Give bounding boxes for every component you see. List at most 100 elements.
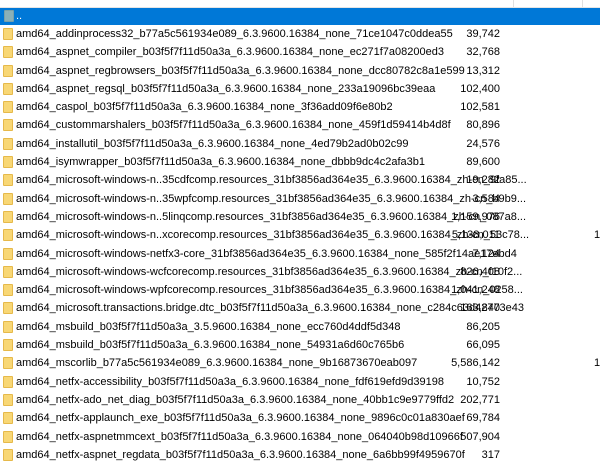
file-size: 102,581 [460, 101, 500, 114]
file-size: 5,586,142 [451, 357, 500, 370]
file-name: amd64_aspnet_regsql_b03f5f7f11d50a3a_6.3… [16, 82, 436, 95]
file-row[interactable]: amd64_custommarshalers_b03f5f7f11d50a3a_… [0, 116, 600, 134]
folder-icon [3, 320, 13, 333]
file-name: amd64_aspnet_regbrowsers_b03f5f7f11d50a3… [16, 64, 465, 77]
file-row[interactable]: amd64_microsoft-windows-n..xcorecomp.res… [0, 226, 600, 244]
file-row[interactable]: amd64_aspnet_regsql_b03f5f7f11d50a3a_6.3… [0, 80, 600, 98]
file-row[interactable]: amd64_netfx-aspnet_regdata_b03f5f7f11d50… [0, 446, 600, 464]
file-row[interactable]: amd64_microsoft-windows-wpfcorecomp.reso… [0, 281, 600, 299]
file-size: 32,768 [466, 46, 500, 59]
folder-icon [3, 174, 13, 187]
file-row[interactable]: amd64_aspnet_regbrowsers_b03f5f7f11d50a3… [0, 62, 600, 80]
file-size: 80,896 [466, 119, 500, 132]
file-size: 7,124 [472, 247, 500, 260]
file-name: amd64_installutil_b03f5f7f11d50a3a_6.3.9… [16, 137, 409, 150]
column-divider[interactable] [582, 0, 583, 7]
file-size: 86,205 [466, 320, 500, 333]
folder-icon [3, 265, 13, 278]
file-size: 69,784 [466, 412, 500, 425]
file-row[interactable]: amd64_mscorlib_b77a5c561934e089_6.3.9600… [0, 354, 600, 372]
file-row[interactable]: amd64_addinprocess32_b77a5c561934e089_6.… [0, 25, 600, 43]
file-name: amd64_caspol_b03f5f7f11d50a3a_6.3.9600.1… [16, 101, 393, 114]
file-name: .. [16, 10, 23, 22]
folder-up-icon [4, 10, 14, 22]
folder-icon [3, 357, 13, 370]
file-list: .. amd64_addinprocess32_b77a5c561934e089… [0, 8, 600, 464]
file-name: amd64_addinprocess32_b77a5c561934e089_6.… [16, 28, 453, 40]
folder-icon [3, 101, 13, 114]
folder-icon [3, 156, 13, 169]
file-name: amd64_microsoft-windows-netfx3-core_31bf… [16, 247, 517, 260]
folder-icon [3, 412, 13, 425]
file-size: 5,138,011 [451, 229, 500, 242]
folder-icon [3, 46, 13, 59]
file-row[interactable]: amd64_installutil_b03f5f7f11d50a3a_6.3.9… [0, 135, 600, 153]
file-row[interactable]: amd64_caspol_b03f5f7f11d50a3a_6.3.9600.1… [0, 98, 600, 116]
file-name: amd64_msbuild_b03f5f7f11d50a3a_6.3.9600.… [16, 339, 405, 352]
folder-icon [3, 448, 13, 461]
file-row[interactable]: amd64_netfx-applaunch_exe_b03f5f7f11d50a… [0, 409, 600, 427]
file-size: 317 [481, 448, 500, 461]
file-size: 89,600 [466, 156, 500, 169]
file-size: 10,752 [466, 375, 500, 388]
file-row[interactable]: amd64_microsoft-windows-wcfcorecomp.reso… [0, 263, 600, 281]
file-name: amd64_isymwrapper_b03f5f7f11d50a3a_6.3.9… [16, 156, 425, 169]
file-size: 66,095 [466, 339, 500, 352]
file-row[interactable]: amd64_netfx-accessibility_b03f5f7f11d50a… [0, 373, 600, 391]
file-name: amd64_microsoft.transactions.bridge.dtc_… [16, 302, 525, 315]
file-size: 19,282 [466, 174, 500, 187]
folder-icon [3, 229, 13, 242]
file-row[interactable]: amd64_isymwrapper_b03f5f7f11d50a3a_6.3.9… [0, 153, 600, 171]
folder-icon [3, 119, 13, 132]
file-row[interactable]: amd64_msbuild_b03f5f7f11d50a3a_3.5.9600.… [0, 318, 600, 336]
folder-icon [3, 339, 13, 352]
file-name: amd64_microsoft-windows-n..35wpfcomp.res… [16, 192, 527, 205]
file-name: amd64_microsoft-windows-wcfcorecomp.reso… [16, 265, 523, 278]
file-size: 826,408 [460, 265, 500, 278]
file-size: 102,400 [460, 82, 500, 95]
file-name: amd64_microsoft-windows-n..5linqcomp.res… [16, 210, 527, 223]
file-size: 13,312 [466, 64, 500, 77]
file-row[interactable]: amd64_microsoft-windows-netfx3-core_31bf… [0, 245, 600, 263]
file-size: 1,159,976 [451, 210, 500, 223]
file-name: amd64_netfx-accessibility_b03f5f7f11d50a… [16, 375, 444, 388]
folder-icon [3, 82, 13, 95]
file-size: 163,840 [460, 302, 500, 315]
column-divider[interactable] [513, 0, 514, 7]
file-name: amd64_custommarshalers_b03f5f7f11d50a3a_… [16, 119, 451, 132]
folder-icon [3, 192, 13, 205]
column-header [0, 0, 600, 8]
file-size: 202,771 [460, 393, 500, 406]
file-row[interactable]: amd64_netfx-ado_net_diag_b03f5f7f11d50a3… [0, 391, 600, 409]
file-name: amd64_netfx-applaunch_exe_b03f5f7f11d50a… [16, 412, 465, 425]
parent-folder-row[interactable]: .. [0, 8, 600, 25]
folder-icon [3, 284, 13, 297]
packed-size: 1 [594, 357, 600, 370]
file-row[interactable]: amd64_microsoft-windows-n..35cdfcomp.res… [0, 171, 600, 189]
file-name: amd64_netfx-ado_net_diag_b03f5f7f11d50a3… [16, 393, 455, 406]
folder-icon [3, 302, 13, 315]
file-size: 1,041,248 [451, 284, 500, 297]
folder-icon [3, 137, 13, 150]
file-name: amd64_microsoft-windows-n..35cdfcomp.res… [16, 174, 527, 187]
folder-icon [3, 64, 13, 77]
folder-icon [3, 247, 13, 260]
folder-icon [3, 28, 13, 40]
folder-icon [3, 393, 13, 406]
folder-icon [3, 375, 13, 388]
file-row[interactable]: amd64_microsoft-windows-n..35wpfcomp.res… [0, 190, 600, 208]
file-size: 39,742 [466, 28, 500, 40]
packed-size: 1 [594, 229, 600, 242]
file-size: 3,584 [472, 192, 500, 205]
file-name: amd64_aspnet_compiler_b03f5f7f11d50a3a_6… [16, 46, 444, 59]
file-row[interactable]: amd64_microsoft.transactions.bridge.dtc_… [0, 299, 600, 317]
file-row[interactable]: amd64_microsoft-windows-n..5linqcomp.res… [0, 208, 600, 226]
file-name: amd64_microsoft-windows-wpfcorecomp.reso… [16, 284, 523, 297]
folder-icon [3, 210, 13, 223]
file-row[interactable]: amd64_aspnet_compiler_b03f5f7f11d50a3a_6… [0, 43, 600, 61]
file-name: amd64_mscorlib_b77a5c561934e089_6.3.9600… [16, 357, 418, 370]
file-name: amd64_msbuild_b03f5f7f11d50a3a_3.5.9600.… [16, 320, 401, 333]
file-size: 24,576 [466, 137, 500, 150]
file-row[interactable]: amd64_msbuild_b03f5f7f11d50a3a_6.3.9600.… [0, 336, 600, 354]
file-name: amd64_netfx-aspnet_regdata_b03f5f7f11d50… [16, 448, 465, 461]
